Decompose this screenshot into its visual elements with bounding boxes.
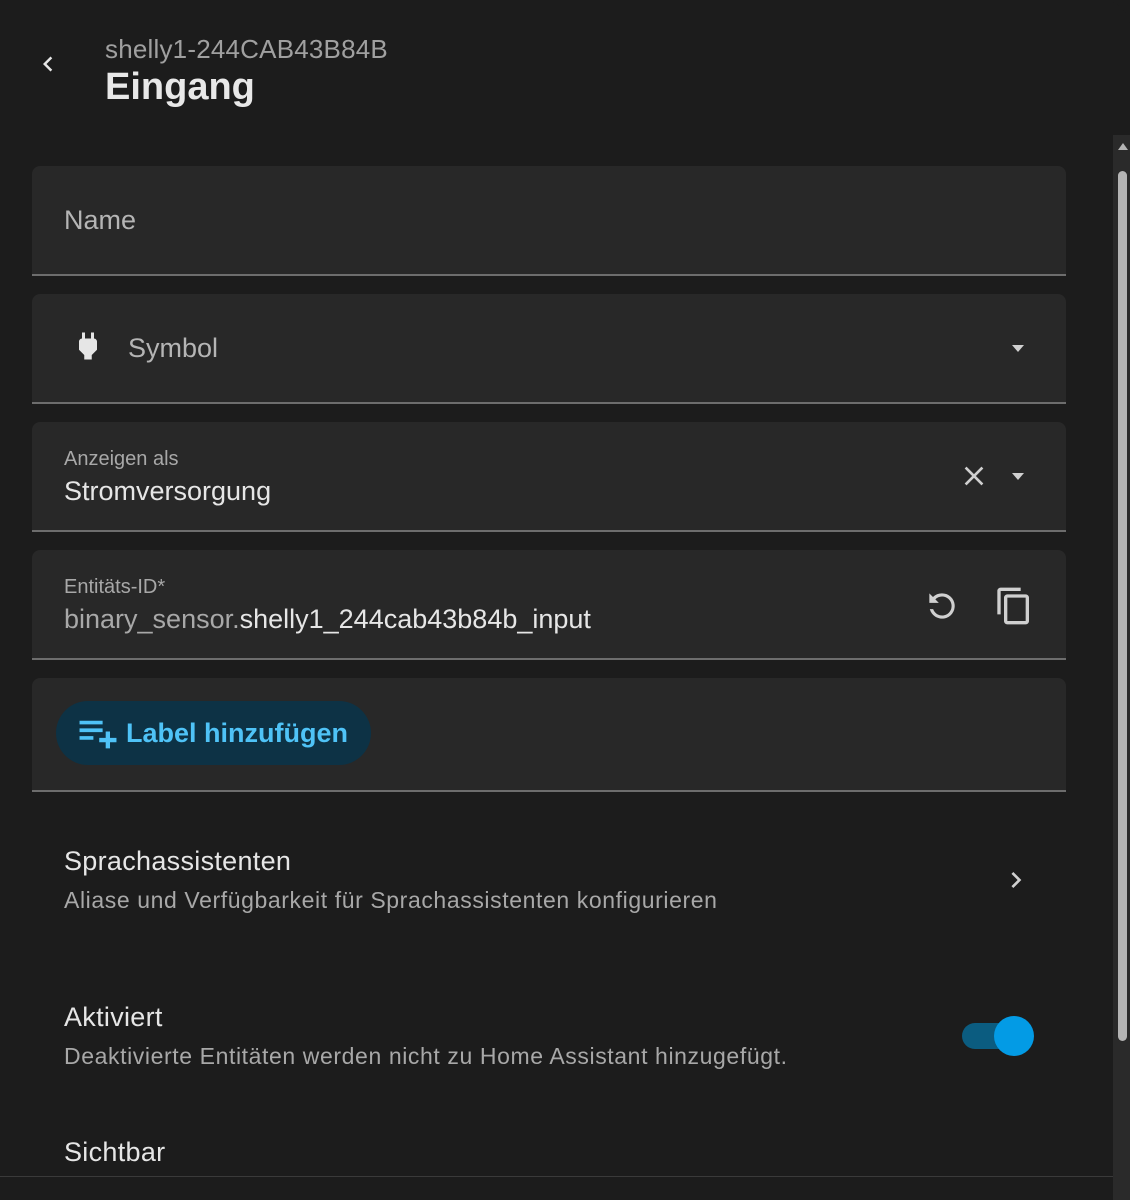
voice-assistants-description: Aliase und Verfügbarkeit für Sprachassis…	[64, 887, 718, 913]
display-as-label: Anzeigen als	[64, 448, 179, 470]
scrollbar[interactable]	[1113, 135, 1130, 1200]
divider	[0, 1176, 1113, 1177]
visible-row: Sichtbar	[64, 1137, 165, 1168]
display-as-dropdown-button[interactable]	[998, 458, 1038, 498]
entity-id-domain-prefix: binary_sensor.	[64, 604, 240, 634]
symbol-picker[interactable]: Symbol	[32, 294, 1066, 404]
power-plug-icon	[70, 326, 106, 371]
dialog-header: shelly1-244CAB43B84B Eingang	[0, 0, 1130, 135]
clear-button[interactable]	[952, 458, 996, 498]
enabled-title: Aktiviert	[64, 1002, 163, 1032]
voice-assistants-title: Sprachassistenten	[64, 846, 292, 876]
enabled-description: Deaktivierte Entitäten werden nicht zu H…	[64, 1043, 788, 1069]
copy-icon	[994, 586, 1034, 631]
symbol-dropdown-button[interactable]	[998, 330, 1038, 370]
voice-assistants-chevron[interactable]	[996, 862, 1036, 902]
chevron-left-icon	[33, 49, 63, 84]
entity-id-field[interactable]: Entitäts-ID* binary_sensor.shelly1_244ca…	[32, 550, 1066, 660]
visible-title: Sichtbar	[64, 1137, 166, 1167]
entity-id-object-id: shelly1_244cab43b84b_input	[239, 604, 591, 634]
device-name: shelly1-244CAB43B84B	[105, 34, 388, 64]
display-as-select[interactable]: Anzeigen als Stromversorgung	[32, 422, 1066, 532]
playlist-plus-icon	[78, 717, 118, 749]
entity-settings-dialog: shelly1-244CAB43B84B Eingang Name Symbol…	[0, 0, 1130, 1200]
entity-id-value: binary_sensor.shelly1_244cab43b84b_input	[64, 604, 591, 635]
restore-icon	[923, 587, 961, 630]
menu-down-icon	[1006, 336, 1030, 365]
enabled-toggle[interactable]	[962, 1016, 1036, 1056]
restore-entity-id-button[interactable]	[920, 586, 964, 630]
symbol-field-label: Symbol	[128, 333, 219, 363]
menu-down-icon	[1006, 464, 1030, 493]
display-as-value: Stromversorgung	[64, 476, 272, 506]
labels-field: Label hinzufügen	[32, 678, 1066, 792]
entity-id-label: Entitäts-ID*	[64, 576, 166, 598]
name-field[interactable]: Name	[32, 166, 1066, 276]
back-button[interactable]	[24, 42, 72, 90]
page-title: Eingang	[105, 66, 255, 108]
add-label-button[interactable]: Label hinzufügen	[56, 701, 371, 765]
close-icon	[958, 460, 990, 497]
add-label-button-text: Label hinzufügen	[126, 717, 348, 748]
scroll-up-arrow-icon[interactable]	[1118, 143, 1128, 150]
copy-entity-id-button[interactable]	[992, 586, 1036, 630]
enabled-row: Aktiviert Deaktivierte Entitäten werden …	[64, 1002, 788, 1070]
name-field-label: Name	[64, 205, 137, 235]
chevron-right-icon	[1000, 864, 1032, 901]
toggle-thumb	[994, 1016, 1034, 1056]
voice-assistants-row[interactable]: Sprachassistenten Aliase und Verfügbarke…	[64, 846, 1044, 926]
scrollbar-thumb[interactable]	[1118, 171, 1127, 1041]
